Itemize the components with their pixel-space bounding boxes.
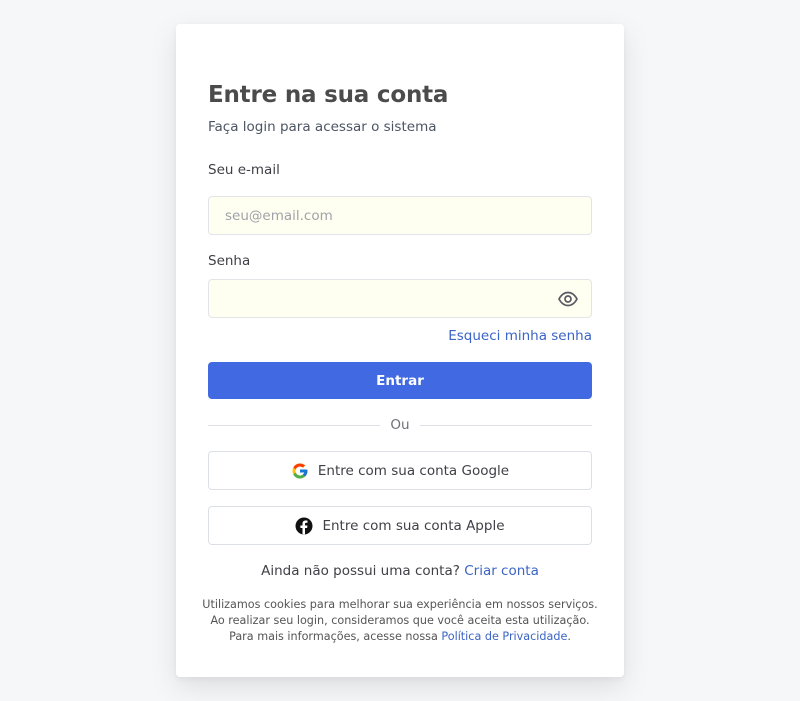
cookie-notice: Utilizamos cookies para melhorar sua exp…	[196, 597, 604, 645]
privacy-policy-link[interactable]: Política de Privacidade	[441, 630, 567, 643]
email-field[interactable]	[225, 207, 575, 224]
submit-button[interactable]: Entrar	[208, 362, 592, 399]
password-label: Senha	[208, 253, 251, 269]
eye-icon[interactable]	[557, 289, 579, 309]
email-label: Seu e-mail	[208, 162, 280, 178]
google-icon	[291, 462, 309, 480]
apple-login-button[interactable]: Entre com sua conta Apple	[208, 506, 592, 545]
cookie-notice-line-3: Para mais informações, acesse nossa Polí…	[196, 629, 604, 645]
password-field[interactable]	[225, 290, 575, 307]
page-title: Entre na sua conta	[208, 82, 449, 108]
cookie-notice-line-3-suffix: .	[567, 630, 571, 643]
cookie-notice-line-2: Ao realizar seu login, consideramos que …	[210, 614, 590, 627]
login-card: Entre na sua conta Faça login para acess…	[176, 24, 624, 677]
signup-prompt-text: Ainda não possui uma conta?	[261, 563, 460, 579]
google-login-button[interactable]: Entre com sua conta Google	[208, 451, 592, 490]
create-account-link[interactable]: Criar conta	[464, 563, 539, 579]
email-field-wrapper	[208, 196, 592, 235]
cookie-notice-line-3-prefix: Para mais informações, acesse nossa	[229, 630, 438, 643]
apple-login-label: Entre com sua conta Apple	[322, 517, 505, 534]
facebook-icon	[295, 517, 313, 535]
divider-line-right	[419, 424, 592, 426]
forgot-password-link[interactable]: Esqueci minha senha	[448, 328, 592, 344]
cookie-notice-line-1: Utilizamos cookies para melhorar sua exp…	[202, 598, 598, 611]
page-subtitle: Faça login para acessar o sistema	[208, 119, 437, 135]
google-login-label: Entre com sua conta Google	[317, 462, 510, 479]
signup-prompt: Ainda não possui uma conta? Criar conta	[176, 563, 624, 579]
divider: Ou	[208, 416, 592, 434]
password-field-wrapper	[208, 279, 592, 318]
divider-text: Ou	[390, 417, 410, 433]
divider-line-left	[208, 424, 381, 426]
